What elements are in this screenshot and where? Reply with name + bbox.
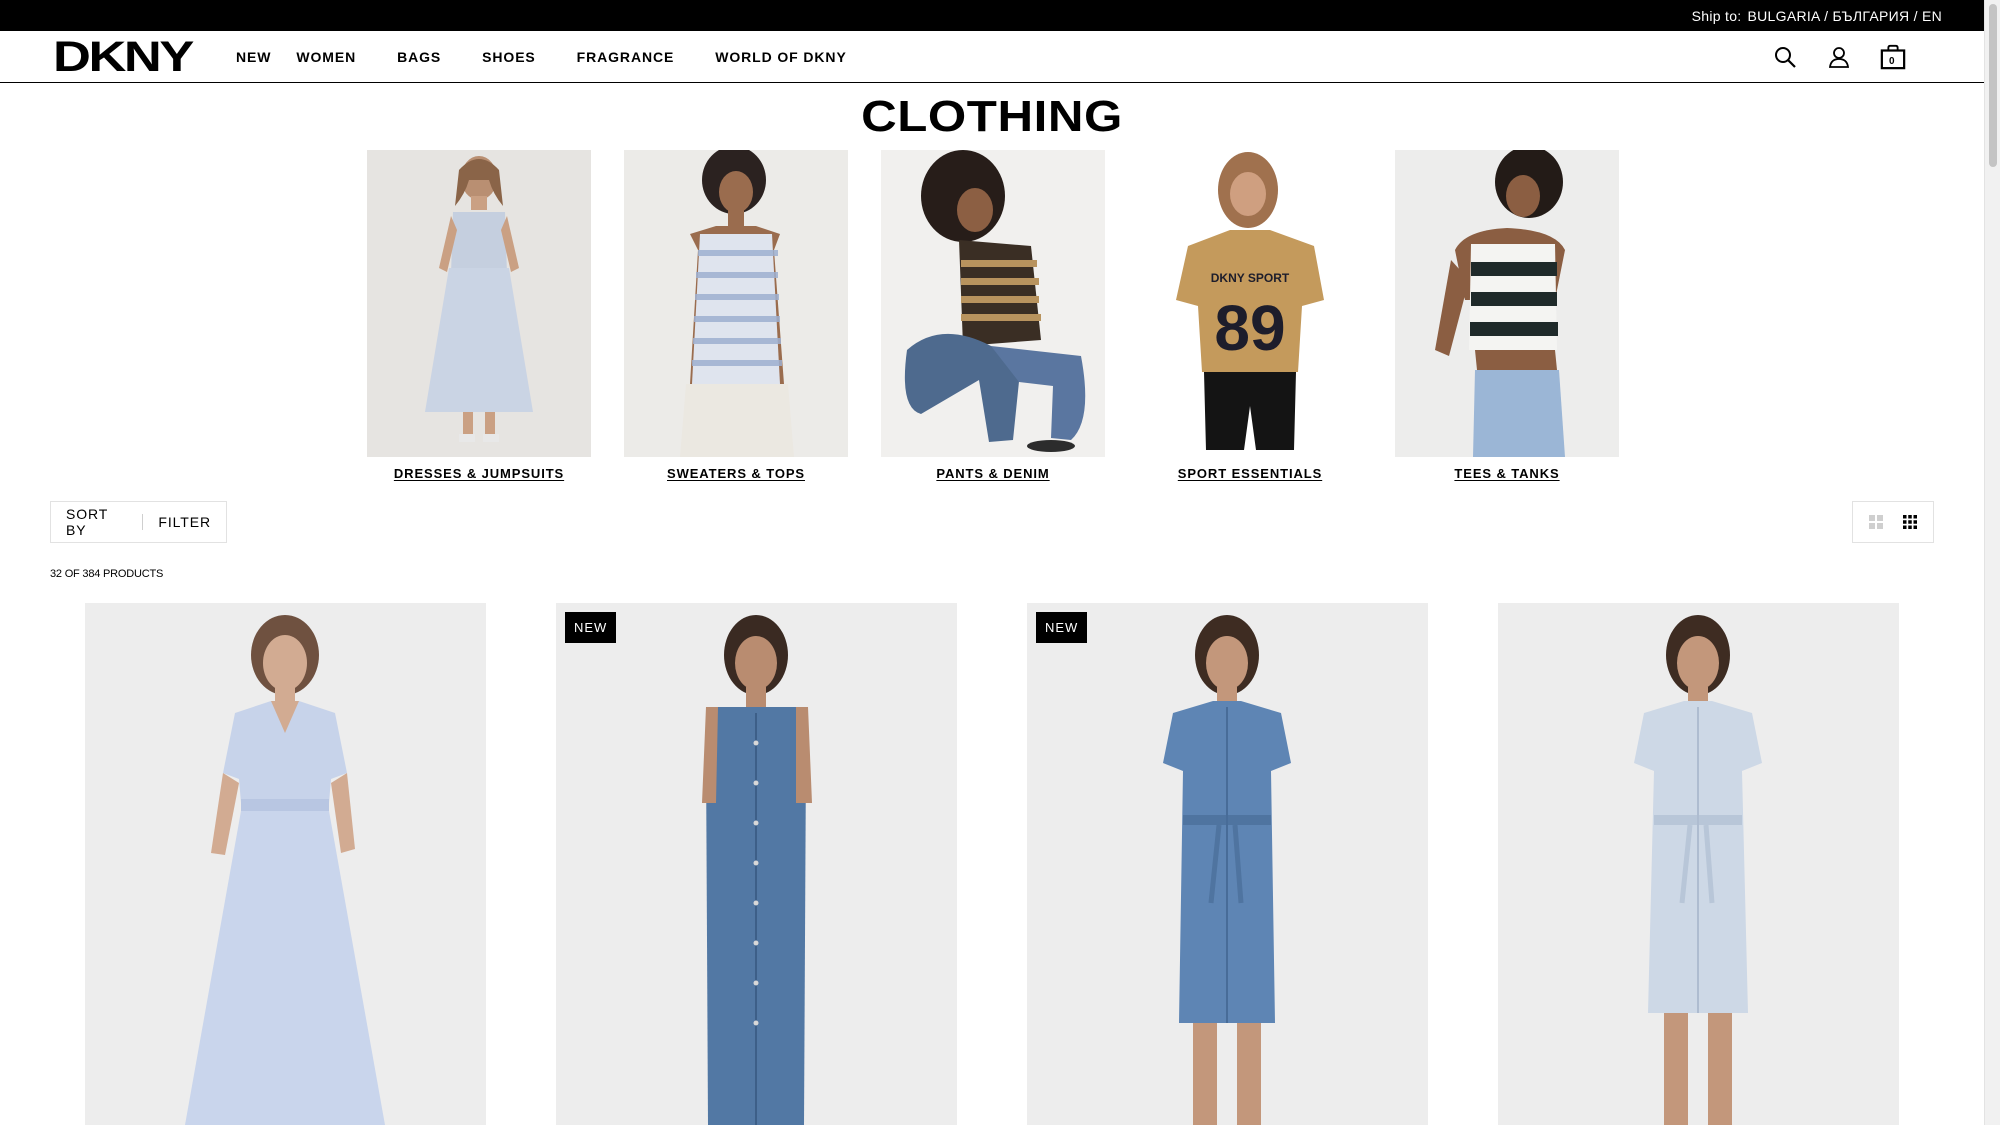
- page-title: CLOTHING: [861, 92, 1123, 141]
- ship-to-bar[interactable]: Ship to: BULGARIA / БЪЛГАРИЯ / EN: [0, 0, 1984, 31]
- sport-tee-brand: DKNY SPORT: [1211, 271, 1290, 285]
- category-image-sweaters[interactable]: [624, 150, 848, 457]
- nav-item-fragrance[interactable]: FRAGRANCE: [577, 49, 675, 65]
- category-image-pants[interactable]: [881, 150, 1105, 457]
- grid-4-icon[interactable]: [1900, 512, 1920, 532]
- category-image-sport[interactable]: DKNY SPORT 89: [1138, 150, 1362, 457]
- category-label[interactable]: SWEATERS & TOPS: [624, 466, 848, 481]
- ship-to-value[interactable]: BULGARIA / БЪЛГАРИЯ / EN: [1748, 8, 1943, 24]
- category-tees-tanks[interactable]: TEES & TANKS: [1395, 150, 1619, 481]
- category-label[interactable]: TEES & TANKS: [1395, 466, 1619, 481]
- dkny-logo[interactable]: DKNY: [53, 36, 194, 79]
- cart-count: 0: [1889, 56, 1895, 67]
- product-card[interactable]: [85, 603, 486, 1125]
- ship-to-label: Ship to:: [1691, 7, 1742, 24]
- page-scrollbar[interactable]: [1984, 0, 2000, 1125]
- product-image[interactable]: [1498, 603, 1899, 1125]
- category-image-dresses[interactable]: [367, 150, 591, 457]
- new-badge: NEW: [565, 612, 617, 643]
- category-image-tees[interactable]: [1395, 150, 1619, 457]
- account-icon[interactable]: [1826, 44, 1852, 70]
- header-icons: 0: [1744, 31, 1906, 83]
- sort-filter-bar: SORT BY FILTER: [50, 501, 227, 543]
- category-label[interactable]: PANTS & DENIM: [881, 466, 1105, 481]
- product-card[interactable]: NEW: [1027, 603, 1428, 1125]
- product-card[interactable]: [1498, 603, 1899, 1125]
- cart-icon[interactable]: 0: [1880, 44, 1906, 70]
- grid-2-icon[interactable]: [1866, 512, 1886, 532]
- filter-button[interactable]: FILTER: [143, 514, 226, 530]
- category-sweaters-tops[interactable]: SWEATERS & TOPS: [624, 150, 848, 481]
- main-nav: NEW WOMEN BAGS SHOES FRAGRANCE WORLD OF …: [236, 31, 888, 83]
- product-grid: NEW NEW: [85, 603, 1969, 1125]
- product-image[interactable]: [85, 603, 486, 1125]
- search-icon[interactable]: [1772, 44, 1798, 70]
- nav-item-women[interactable]: WOMEN: [296, 49, 356, 65]
- category-sport-essentials[interactable]: DKNY SPORT 89 SPORT ESSENTIALS: [1138, 150, 1362, 481]
- category-dresses-jumpsuits[interactable]: DRESSES & JUMPSUITS: [367, 150, 591, 481]
- nav-item-shoes[interactable]: SHOES: [482, 49, 536, 65]
- category-pants-denim[interactable]: PANTS & DENIM: [881, 150, 1105, 481]
- product-image[interactable]: [556, 603, 957, 1125]
- category-label[interactable]: DRESSES & JUMPSUITS: [367, 466, 591, 481]
- nav-item-new[interactable]: NEW: [236, 49, 271, 65]
- product-count: 32 OF 384 PRODUCTS: [50, 568, 164, 580]
- product-image[interactable]: [1027, 603, 1428, 1125]
- grid-view-toggle: [1852, 501, 1934, 543]
- category-row: DRESSES & JUMPSUITS SWEATERS & TOPS PANT…: [367, 150, 1652, 481]
- scrollbar-thumb[interactable]: [1989, 4, 1997, 167]
- sport-tee-number: 89: [1214, 292, 1285, 364]
- site-header: DKNY NEW WOMEN BAGS SHOES FRAGRANCE WORL…: [0, 31, 1984, 83]
- nav-item-world-of-dkny[interactable]: WORLD OF DKNY: [715, 49, 846, 65]
- nav-item-bags[interactable]: BAGS: [397, 49, 441, 65]
- page: Ship to: BULGARIA / БЪЛГАРИЯ / EN DKNY N…: [0, 0, 2000, 1125]
- product-card[interactable]: NEW: [556, 603, 957, 1125]
- sort-by-button[interactable]: SORT BY: [51, 506, 142, 538]
- new-badge: NEW: [1036, 612, 1088, 643]
- category-label[interactable]: SPORT ESSENTIALS: [1138, 466, 1362, 481]
